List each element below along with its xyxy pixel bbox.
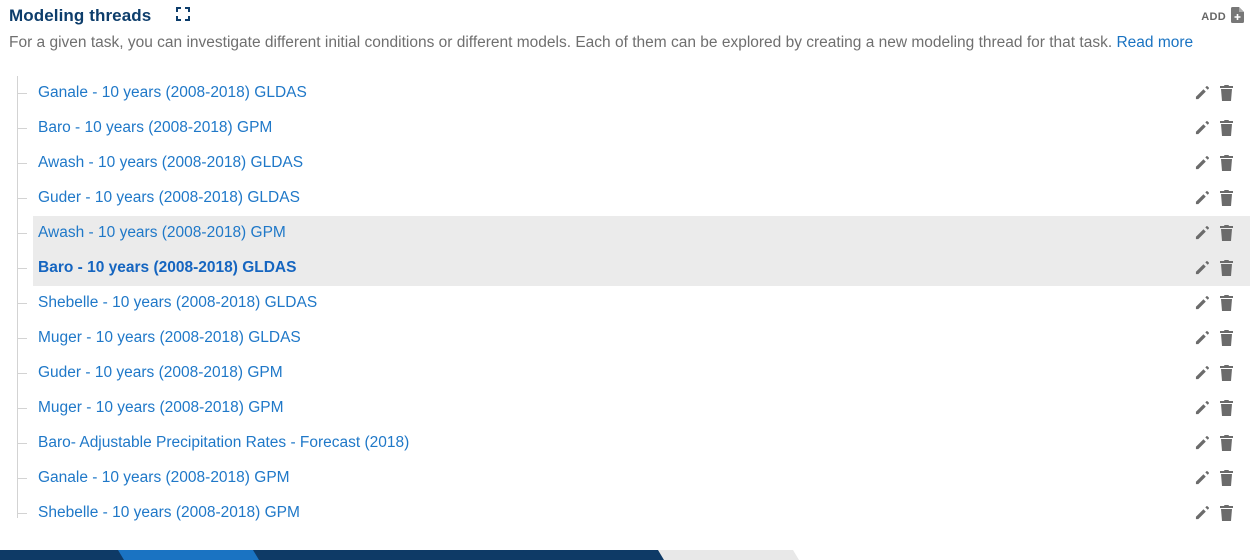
add-file-icon	[1231, 7, 1244, 26]
delete-trash-icon[interactable]	[1220, 400, 1236, 416]
thread-row[interactable]: Ganale - 10 years (2008-2018) GLDAS	[0, 76, 1256, 111]
thread-row[interactable]: Baro- Adjustable Precipitation Rates - F…	[0, 426, 1256, 461]
tree-branch-line	[17, 478, 27, 479]
thread-label[interactable]: Ganale - 10 years (2008-2018) GPM	[38, 469, 290, 487]
thread-label[interactable]: Baro- Adjustable Precipitation Rates - F…	[38, 434, 409, 452]
tree-branch-line	[17, 268, 27, 269]
delete-trash-icon[interactable]	[1220, 330, 1236, 346]
row-actions	[1195, 470, 1236, 486]
row-actions	[1195, 190, 1236, 206]
read-more-link[interactable]: Read more	[1116, 34, 1193, 51]
row-actions	[1195, 400, 1236, 416]
tree-branch-line	[17, 338, 27, 339]
thread-row[interactable]: Shebelle - 10 years (2008-2018) GPM	[0, 496, 1256, 531]
delete-trash-icon[interactable]	[1220, 85, 1236, 101]
thread-row[interactable]: Guder - 10 years (2008-2018) GPM	[0, 356, 1256, 391]
delete-trash-icon[interactable]	[1220, 295, 1236, 311]
thread-row[interactable]: Baro - 10 years (2008-2018) GPM	[0, 111, 1256, 146]
bottom-tab[interactable]	[523, 550, 664, 560]
delete-trash-icon[interactable]	[1220, 435, 1236, 451]
tree-branch-line	[17, 303, 27, 304]
edit-pencil-icon[interactable]	[1195, 190, 1211, 206]
row-actions	[1195, 85, 1236, 101]
edit-pencil-icon[interactable]	[1195, 260, 1211, 276]
thread-label[interactable]: Baro - 10 years (2008-2018) GLDAS	[38, 259, 296, 277]
edit-pencil-icon[interactable]	[1195, 400, 1211, 416]
thread-row[interactable]: Awash - 10 years (2008-2018) GLDAS	[0, 146, 1256, 181]
tree-branch-line	[17, 233, 27, 234]
bottom-tab[interactable]	[118, 550, 259, 560]
delete-trash-icon[interactable]	[1220, 505, 1236, 521]
thread-label[interactable]: Baro - 10 years (2008-2018) GPM	[38, 119, 272, 137]
thread-row[interactable]: Muger - 10 years (2008-2018) GPM	[0, 391, 1256, 426]
row-actions	[1195, 505, 1236, 521]
thread-list: Ganale - 10 years (2008-2018) GLDAS Baro …	[0, 76, 1256, 531]
delete-trash-icon[interactable]	[1220, 260, 1236, 276]
add-thread-button[interactable]: ADD	[1201, 7, 1244, 26]
row-actions	[1195, 260, 1236, 276]
thread-label[interactable]: Guder - 10 years (2008-2018) GLDAS	[38, 189, 300, 207]
row-actions	[1195, 330, 1236, 346]
edit-pencil-icon[interactable]	[1195, 365, 1211, 381]
tree-branch-line	[17, 163, 27, 164]
thread-row[interactable]: Ganale - 10 years (2008-2018) GPM	[0, 461, 1256, 496]
thread-row[interactable]: Baro - 10 years (2008-2018) GLDAS	[0, 251, 1256, 286]
section-description: For a given task, you can investigate di…	[9, 33, 1239, 52]
edit-pencil-icon[interactable]	[1195, 120, 1211, 136]
tree-branch-line	[17, 128, 27, 129]
delete-trash-icon[interactable]	[1220, 225, 1236, 241]
edit-pencil-icon[interactable]	[1195, 330, 1211, 346]
thread-label[interactable]: Awash - 10 years (2008-2018) GPM	[38, 224, 286, 242]
delete-trash-icon[interactable]	[1220, 365, 1236, 381]
row-actions	[1195, 225, 1236, 241]
thread-label[interactable]: Ganale - 10 years (2008-2018) GLDAS	[38, 84, 307, 102]
row-actions	[1195, 120, 1236, 136]
thread-row[interactable]: Awash - 10 years (2008-2018) GPM	[0, 216, 1256, 251]
bottom-tab[interactable]	[658, 550, 799, 560]
section-title: Modeling threads	[9, 6, 152, 25]
tree-branch-line	[17, 443, 27, 444]
delete-trash-icon[interactable]	[1220, 470, 1236, 486]
thread-label[interactable]: Shebelle - 10 years (2008-2018) GLDAS	[38, 294, 317, 312]
edit-pencil-icon[interactable]	[1195, 225, 1211, 241]
tree-branch-line	[17, 198, 27, 199]
thread-row[interactable]: Guder - 10 years (2008-2018) GLDAS	[0, 181, 1256, 216]
thread-row[interactable]: Shebelle - 10 years (2008-2018) GLDAS	[0, 286, 1256, 321]
row-actions	[1195, 435, 1236, 451]
bottom-tab[interactable]	[388, 550, 529, 560]
edit-pencil-icon[interactable]	[1195, 470, 1211, 486]
row-actions	[1195, 155, 1236, 171]
tree-branch-line	[17, 93, 27, 94]
edit-pencil-icon[interactable]	[1195, 295, 1211, 311]
fullscreen-icon[interactable]	[175, 6, 191, 22]
bottom-tabs	[0, 550, 800, 560]
edit-pencil-icon[interactable]	[1195, 155, 1211, 171]
add-label: ADD	[1201, 10, 1226, 23]
thread-row[interactable]: Muger - 10 years (2008-2018) GLDAS	[0, 321, 1256, 356]
tree-branch-line	[17, 373, 27, 374]
edit-pencil-icon[interactable]	[1195, 435, 1211, 451]
edit-pencil-icon[interactable]	[1195, 85, 1211, 101]
row-actions	[1195, 365, 1236, 381]
delete-trash-icon[interactable]	[1220, 155, 1236, 171]
tree-branch-line	[17, 408, 27, 409]
row-actions	[1195, 295, 1236, 311]
bottom-tab[interactable]	[253, 550, 394, 560]
edit-pencil-icon[interactable]	[1195, 505, 1211, 521]
delete-trash-icon[interactable]	[1220, 190, 1236, 206]
thread-label[interactable]: Guder - 10 years (2008-2018) GPM	[38, 364, 283, 382]
thread-label[interactable]: Awash - 10 years (2008-2018) GLDAS	[38, 154, 303, 172]
thread-label[interactable]: Shebelle - 10 years (2008-2018) GPM	[38, 504, 300, 522]
section-header: Modeling threads ADD	[9, 5, 1244, 29]
tree-branch-line	[17, 513, 27, 514]
thread-label[interactable]: Muger - 10 years (2008-2018) GLDAS	[38, 329, 301, 347]
description-text: For a given task, you can investigate di…	[9, 34, 1113, 51]
delete-trash-icon[interactable]	[1220, 120, 1236, 136]
bottom-tab[interactable]	[0, 550, 124, 560]
thread-label[interactable]: Muger - 10 years (2008-2018) GPM	[38, 399, 284, 417]
